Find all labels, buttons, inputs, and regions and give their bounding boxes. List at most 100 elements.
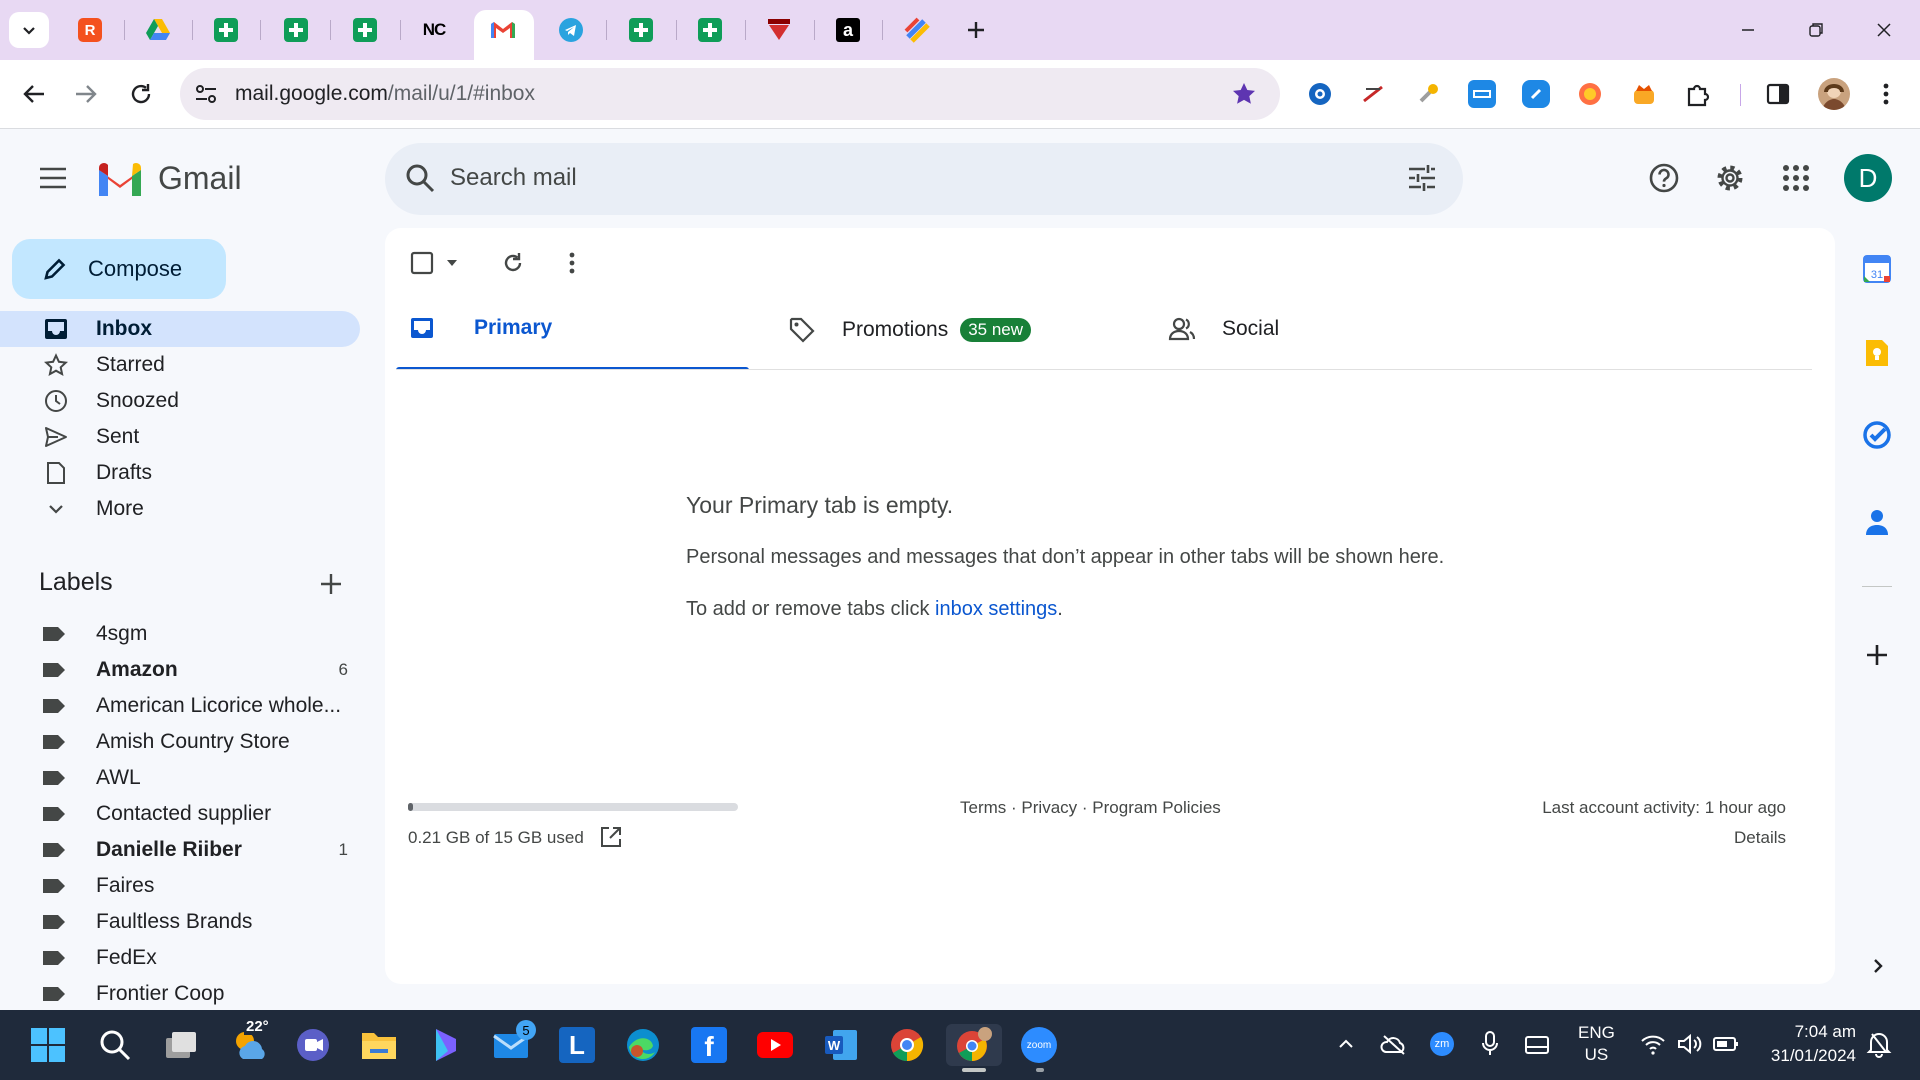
show-hidden-icons-button[interactable] (1336, 1034, 1356, 1054)
back-button[interactable] (20, 80, 48, 108)
browser-menu-button[interactable] (1876, 80, 1896, 108)
side-panel-button[interactable] (1764, 80, 1792, 108)
gmail-logo[interactable] (96, 162, 144, 198)
nav-item-snoozed[interactable]: Snoozed (0, 383, 360, 419)
label-item[interactable]: Amazon 6 (0, 652, 360, 688)
side-app-keep[interactable] (1864, 338, 1890, 368)
extensions-menu-button[interactable] (1684, 80, 1712, 108)
browser-tab-nc[interactable]: NC (400, 12, 468, 48)
browser-profile-avatar[interactable] (1818, 78, 1850, 110)
side-app-contacts[interactable] (1864, 508, 1890, 536)
browser-tab-multicolor[interactable] (883, 12, 951, 48)
url-text[interactable]: mail.google.com/mail/u/1/#inbox (235, 82, 535, 106)
hide-side-panel-button[interactable] (1868, 956, 1888, 976)
select-options-dropdown[interactable] (444, 255, 460, 271)
extension-crown[interactable] (1630, 80, 1658, 108)
label-item[interactable]: American Licorice whole... (0, 688, 360, 724)
manage-storage-link[interactable] (600, 826, 622, 848)
activity-details-link[interactable]: Details (1734, 828, 1786, 848)
label-item[interactable]: Contacted supplier (0, 796, 360, 832)
nav-item-drafts[interactable]: Drafts (0, 455, 360, 491)
label-item[interactable]: 4sgm (0, 616, 360, 652)
google-apps-button[interactable] (1782, 164, 1810, 192)
search-options-button[interactable] (1406, 162, 1438, 194)
taskbar-youtube[interactable] (754, 1024, 796, 1066)
search-button[interactable] (404, 162, 436, 194)
extension-orange[interactable] (1576, 80, 1604, 108)
extension-fba[interactable] (1468, 80, 1496, 108)
label-item[interactable]: Amish Country Store (0, 724, 360, 760)
site-info-button[interactable] (193, 82, 219, 106)
minimize-button[interactable] (1728, 14, 1768, 46)
forward-button[interactable] (72, 80, 100, 108)
start-button[interactable] (27, 1024, 69, 1066)
select-all-checkbox[interactable] (410, 251, 434, 275)
search-input[interactable]: Search mail (450, 164, 577, 192)
new-tab-button[interactable] (962, 16, 990, 44)
nav-item-more[interactable]: More (0, 491, 360, 527)
label-item[interactable]: Frontier Coop (0, 976, 360, 1012)
tab-social[interactable]: Social (1168, 316, 1279, 342)
label-item[interactable]: Danielle Riiber 1 (0, 832, 360, 868)
browser-tab-telegram[interactable] (537, 12, 605, 48)
label-item[interactable]: Faires (0, 868, 360, 904)
taskbar-app-l[interactable]: L (556, 1024, 598, 1066)
taskbar-file-explorer[interactable] (358, 1024, 400, 1066)
tab-promotions[interactable]: Promotions 35 new (788, 316, 1032, 344)
get-addons-button[interactable] (1862, 640, 1892, 670)
browser-tab-amazon[interactable]: a (814, 12, 882, 48)
wifi-tray-icon[interactable] (1640, 1032, 1666, 1056)
bookmark-star-button[interactable] (1230, 80, 1258, 108)
account-avatar[interactable]: D (1844, 154, 1892, 202)
label-item[interactable]: AWL (0, 760, 360, 796)
inbox-settings-link[interactable]: inbox settings (935, 598, 1057, 620)
nav-item-sent[interactable]: Sent (0, 419, 360, 455)
browser-tab-sheets-3[interactable] (331, 12, 399, 48)
zoom-tray-icon[interactable]: zm (1430, 1032, 1454, 1056)
microphone-tray-icon[interactable] (1480, 1030, 1500, 1058)
tab-search-button[interactable] (9, 12, 49, 48)
side-app-tasks[interactable] (1862, 420, 1892, 450)
taskbar-zoom[interactable]: zoom (1018, 1024, 1060, 1066)
extension-blue-circle[interactable] (1306, 80, 1334, 108)
restore-button[interactable] (1796, 14, 1836, 46)
battery-tray-icon[interactable] (1712, 1034, 1740, 1054)
refresh-button[interactable] (500, 250, 526, 276)
support-button[interactable] (1648, 162, 1680, 194)
compose-button[interactable]: Compose (12, 239, 226, 299)
task-view-button[interactable] (160, 1024, 202, 1066)
browser-tab-sheets-2[interactable] (262, 12, 330, 48)
taskbar-chrome-profile-active[interactable] (946, 1024, 1002, 1066)
taskbar-search-button[interactable] (94, 1024, 136, 1066)
taskbar-chrome[interactable] (886, 1024, 928, 1066)
create-label-button[interactable] (318, 571, 344, 597)
taskbar-edge[interactable] (622, 1024, 664, 1066)
volume-tray-icon[interactable] (1676, 1032, 1702, 1056)
tab-primary[interactable]: Primary (410, 316, 552, 340)
browser-tab-sheets-5[interactable] (676, 12, 744, 48)
label-item[interactable]: FedEx (0, 940, 360, 976)
nav-item-inbox[interactable]: Inbox (0, 311, 360, 347)
taskbar-copilot[interactable] (424, 1024, 466, 1066)
extension-link[interactable] (1522, 80, 1550, 108)
browser-tab-drive[interactable] (124, 12, 192, 48)
browser-tab-r-app[interactable]: R (56, 12, 124, 48)
input-mode-tray-icon[interactable] (1524, 1034, 1550, 1056)
privacy-link[interactable]: Privacy (1021, 798, 1077, 817)
nav-item-starred[interactable]: Starred (0, 347, 360, 383)
extension-login[interactable] (1360, 80, 1388, 108)
taskbar-facebook[interactable]: f (688, 1024, 730, 1066)
browser-tab-red[interactable] (745, 12, 813, 48)
label-item[interactable]: Faultless Brands (0, 904, 360, 940)
side-app-calendar[interactable]: 31 (1862, 254, 1892, 284)
reload-button[interactable] (127, 80, 155, 108)
taskbar-teams[interactable] (292, 1024, 334, 1066)
notifications-button[interactable] (1866, 1030, 1892, 1058)
onedrive-tray-icon[interactable] (1380, 1032, 1408, 1056)
extension-wrench[interactable] (1414, 80, 1442, 108)
close-window-button[interactable] (1864, 14, 1904, 46)
settings-button[interactable] (1714, 162, 1746, 194)
taskbar-word[interactable]: W (820, 1024, 862, 1066)
terms-link[interactable]: Terms (960, 798, 1006, 817)
main-menu-button[interactable] (38, 166, 68, 190)
